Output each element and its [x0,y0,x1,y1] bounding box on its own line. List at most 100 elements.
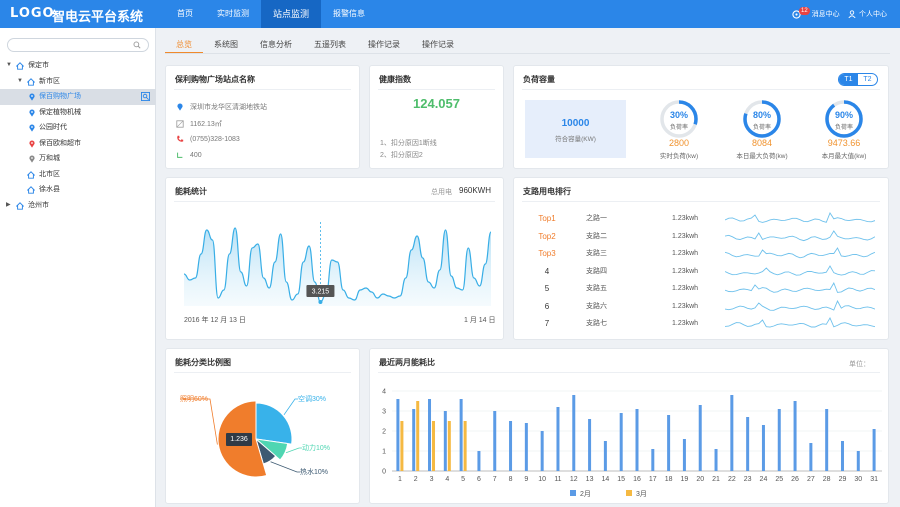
bar-feb[interactable] [603,441,607,471]
branch-rank-row[interactable]: 5 支路五 1.23kwh [529,280,889,298]
branch-rank-row[interactable]: 4 支路四 1.23kwh [529,263,889,281]
bar-feb[interactable] [825,409,829,471]
tree-node-xinshi[interactable]: ▼ 新市区 [0,74,156,90]
bar-mar[interactable] [400,421,404,471]
branch-rank-row[interactable]: Top1 之路一 1.23kwh [529,210,889,228]
tab-info-analysis[interactable]: 信息分析 [249,36,303,54]
branch-name: 支路三 [586,250,607,257]
nav-home[interactable]: 首页 [165,0,205,28]
tab-system-diagram[interactable]: 系统图 [203,36,249,54]
home-icon [27,186,35,194]
bar-feb[interactable] [746,417,750,471]
bar-feb[interactable] [809,443,813,471]
toggle-t1-button[interactable]: T1 [839,74,858,85]
bar-feb[interactable] [556,407,560,471]
tab-five-remote-list[interactable]: 五遥列表 [303,36,357,54]
bar-feb[interactable] [872,429,876,471]
y-tick-label: 3 [382,409,386,416]
tree-node-site-4[interactable]: 保百欧和超市 [0,136,156,152]
nav-realtime[interactable]: 实时监测 [205,0,261,28]
capacity-box: 10000 符合容量(KW) [525,100,626,158]
sparkline-path [725,212,875,223]
bar-feb[interactable] [572,395,576,471]
bar-feb[interactable] [793,401,797,471]
collapse-arrow-icon[interactable]: ▶ [6,198,11,214]
gauge-sub-label: 负荷率 [834,125,853,131]
x-tick-label: 1 [398,476,402,483]
highlight-point [318,300,323,304]
tree-node-site-2[interactable]: 保定植物机械 [0,105,156,121]
toggle-t2-button[interactable]: T2 [858,74,877,85]
bar-feb[interactable] [412,409,416,471]
tree-node-beishi[interactable]: 北市区 [0,167,156,183]
x-tick-label: 6 [477,476,481,483]
bar-mar[interactable] [416,401,420,471]
bar-feb[interactable] [856,451,860,471]
bar-feb[interactable] [730,395,734,471]
tab-overview[interactable]: 总览 [165,36,203,54]
bar-feb[interactable] [509,421,513,471]
bar-feb[interactable] [667,415,671,471]
bar-mar[interactable] [432,421,436,471]
bar-feb[interactable] [761,425,765,471]
bar-feb[interactable] [714,449,718,471]
x-tick-label: 11 [554,476,561,483]
branch-rank-row[interactable]: 7 支路七 1.23kwh [529,315,889,333]
gauge-percent: 30% [669,110,688,120]
locate-icon[interactable] [141,92,150,101]
tree-node-xushui[interactable]: 徐水县 [0,182,156,198]
bar-feb[interactable] [493,411,497,471]
branch-name: 支路四 [586,267,607,275]
site-info-card: 保利购物广场站点名称 深圳市龙华区清湖地铁站 1162.13㎡ (0755)32… [165,65,360,169]
pie-slice[interactable] [255,402,293,445]
bar-mar[interactable] [463,421,467,471]
branch-usage-value: 1.23kwh [672,302,699,310]
realtime-load-label: 实时负荷(kw) [659,153,699,160]
bar-feb[interactable] [588,419,592,471]
x-tick-label: 28 [823,476,831,483]
message-count-badge: 12 [799,7,810,15]
branch-rank-row[interactable]: 6 支路六 1.23kwh [529,298,889,316]
site-area: 1162.13㎡ [176,119,222,129]
bar-feb[interactable] [840,441,844,471]
bar-feb[interactable] [540,431,544,471]
message-center-button[interactable]: 12 消息中心 [792,7,840,19]
expand-arrow-icon[interactable]: ▼ [6,58,12,74]
x-tick-label: 24 [760,476,768,483]
nav-alarm[interactable]: 报警信息 [321,0,377,28]
main-nav: 首页 实时监测 站点监测 报警信息 [165,0,377,28]
bar-mar[interactable] [447,421,451,471]
bar-feb[interactable] [698,405,702,471]
bar-feb[interactable] [477,451,481,471]
tree-node-baobai-plaza[interactable]: 保百购物广场 [0,89,156,105]
bar-feb[interactable] [777,409,781,471]
bar-feb[interactable] [396,399,400,471]
branch-rank-row[interactable]: Top2 支路二 1.23kwh [529,228,889,246]
x-tick-label: 10 [538,476,546,483]
tab-operation-log-1[interactable]: 操作记录 [357,36,411,54]
bar-feb[interactable] [619,413,623,471]
bar-feb[interactable] [459,399,463,471]
tree-node-baoding[interactable]: ▼ 保定市 [0,58,156,74]
load-gauge-realtime: 30% 负荷率 [659,99,699,139]
nav-site-monitor[interactable]: 站点监测 [261,0,322,28]
user-center-button[interactable]: 个人中心 [848,9,887,19]
bar-feb[interactable] [428,399,432,471]
search-icon[interactable] [133,41,141,49]
search-input[interactable] [7,38,149,52]
branch-sparkline [725,212,875,223]
expand-arrow-icon[interactable]: ▼ [17,74,23,90]
tree-node-site-5[interactable]: 万和城 [0,151,156,167]
tree-node-cangzhou[interactable]: ▶ 沧州市 [0,198,156,214]
bar-feb[interactable] [524,423,528,471]
bar-feb[interactable] [651,449,655,471]
transformer-toggle: T1 T2 [838,73,878,86]
load-capacity-card: 负荷容量 T1 T2 10000 符合容量(KW) 30% 负荷率 2800 实… [513,65,889,169]
branch-rank-row[interactable]: Top3 支路三 1.23kwh [529,245,889,263]
bar-feb[interactable] [635,409,639,471]
tree-node-site-3[interactable]: 公园时代 [0,120,156,136]
bar-feb[interactable] [682,439,686,471]
tab-operation-log-2[interactable]: 操作记录 [411,36,465,54]
bar-feb[interactable] [443,411,447,471]
load-gauge-monthly-max: 90% 负荷率 [824,99,864,139]
